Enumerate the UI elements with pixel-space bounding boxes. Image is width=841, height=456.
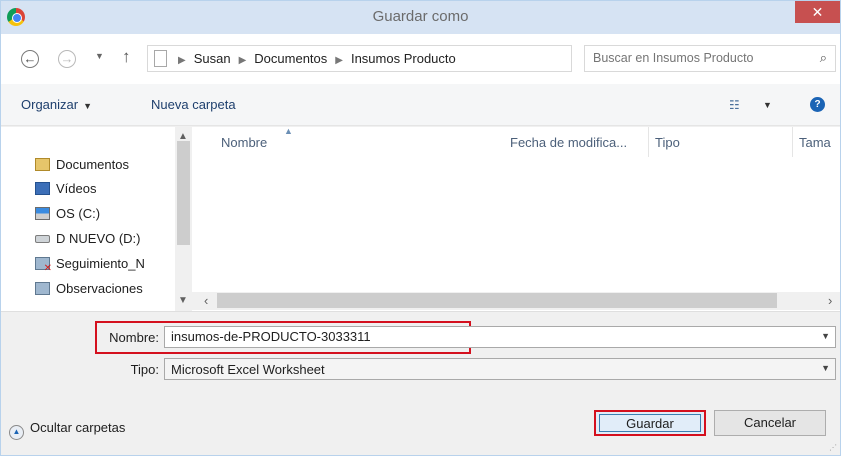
horizontal-scrollbar[interactable]: ‹ › <box>192 292 840 310</box>
hide-folders-label: Ocultar carpetas <box>30 420 126 435</box>
scrollbar-thumb[interactable] <box>217 293 777 308</box>
scroll-right-icon[interactable]: › <box>828 293 832 308</box>
recent-locations-dropdown[interactable]: ▼ <box>95 51 104 61</box>
search-box[interactable]: ⌕ <box>584 45 836 72</box>
chevron-down-icon[interactable]: ▼ <box>821 331 830 341</box>
chevron-up-icon: ▲ <box>9 425 24 440</box>
documents-folder-icon <box>35 158 50 171</box>
address-bar[interactable]: ▶Susan▶Documentos▶Insumos Producto v ↻ <box>147 45 684 72</box>
os-drive-icon <box>35 207 50 220</box>
nav-item-d-drive[interactable]: D NUEVO (D:) <box>35 231 141 253</box>
breadcrumb-item-documentos[interactable]: Documentos <box>254 51 327 66</box>
save-button[interactable]: Guardar <box>594 410 706 436</box>
breadcrumb-separator-icon: ▶ <box>178 55 186 66</box>
nav-item-label: OS (C:) <box>56 206 101 221</box>
disconnected-network-drive-icon <box>35 257 52 274</box>
dialog-title: Guardar como <box>372 8 469 25</box>
column-header-name[interactable]: Nombre <box>221 135 267 150</box>
forward-button[interactable]: → <box>58 50 76 68</box>
nav-item-videos[interactable]: Vídeos <box>35 181 96 203</box>
nav-item-observaciones[interactable]: Observaciones <box>35 281 143 303</box>
view-options-icon[interactable]: ☷ <box>729 98 740 112</box>
breadcrumb-separator-icon[interactable]: ▶ <box>239 55 247 66</box>
address-bar-row: ← → ▼ ↑ ▶ Susan ▶ Documentos ▶ Insumos Produc… <box>1 34 840 84</box>
nav-item-label: Documentos <box>56 157 129 172</box>
search-input[interactable] <box>593 51 793 65</box>
resize-grip-icon[interactable]: ⋰ <box>829 443 837 452</box>
up-folder-button[interactable]: ↑ <box>122 47 131 67</box>
breadcrumb-item-insumos-producto[interactable]: Insumos Producto <box>351 51 456 66</box>
file-type-label: Tipo: <box>130 362 159 377</box>
file-type-value: Microsoft Excel Worksheet <box>171 362 325 377</box>
network-drive-icon <box>35 282 50 295</box>
organize-button[interactable]: Organizar ▼ <box>21 97 92 112</box>
file-list-header: ▲ Nombre Fecha de modifica... Tipo Tama <box>192 126 840 157</box>
nav-item-label: Seguimiento_N <box>56 256 145 271</box>
nav-item-label: Vídeos <box>56 181 97 196</box>
nav-item-seguimiento[interactable]: Seguimiento_N <box>35 256 145 278</box>
new-folder-button[interactable]: Nueva carpeta <box>151 97 236 112</box>
column-header-size[interactable]: Tama <box>799 135 831 150</box>
videos-folder-icon <box>35 182 50 195</box>
title-bar: Guardar como ✕ <box>1 1 840 34</box>
file-name-input[interactable] <box>171 329 731 344</box>
file-name-field[interactable]: ▼ <box>164 326 836 348</box>
save-form: Nombre: ▼ Tipo: Microsoft Excel Workshee… <box>1 311 840 391</box>
focus-ring <box>599 414 701 432</box>
navigation-pane: Documentos Vídeos OS (C:) D NUEVO (D:) S… <box>1 127 175 311</box>
nav-item-documentos[interactable]: Documentos <box>35 157 129 179</box>
close-button[interactable]: ✕ <box>795 1 840 23</box>
breadcrumb-item-susan[interactable]: Susan <box>194 51 231 66</box>
file-name-label: Nombre: <box>109 330 159 345</box>
sort-ascending-icon: ▲ <box>284 126 293 136</box>
organize-label: Organizar <box>21 97 79 112</box>
hide-folders-button[interactable]: ▲ Ocultar carpetas <box>9 420 125 440</box>
chevron-down-icon: ▼ <box>83 101 92 111</box>
back-button[interactable]: ← <box>21 50 39 68</box>
column-header-date-modified[interactable]: Fecha de modifica... <box>510 135 627 150</box>
navigation-scrollbar[interactable]: ▲ ▼ <box>175 127 192 311</box>
search-icon[interactable]: ⌕ <box>820 50 827 66</box>
chevron-down-icon[interactable]: ▼ <box>821 363 830 373</box>
breadcrumb: ▶ Susan ▶ Documentos ▶ Insumos Producto <box>178 51 456 66</box>
column-divider[interactable] <box>648 127 649 157</box>
browser-pane: Documentos Vídeos OS (C:) D NUEVO (D:) S… <box>1 126 840 311</box>
folder-location-icon <box>154 50 167 67</box>
command-toolbar: Organizar ▼ Nueva carpeta ☷ ▼ ? <box>1 84 840 126</box>
scrollbar-thumb[interactable] <box>177 141 190 245</box>
scroll-down-icon[interactable]: ▼ <box>178 295 188 306</box>
drive-icon <box>35 235 50 243</box>
dialog-footer: ▲ Ocultar carpetas Guardar Cancelar ⋰ <box>1 391 840 455</box>
file-type-select[interactable]: Microsoft Excel Worksheet ▼ <box>164 358 836 380</box>
nav-item-os-drive[interactable]: OS (C:) <box>35 206 100 228</box>
view-dropdown-icon[interactable]: ▼ <box>763 100 772 110</box>
breadcrumb-separator-icon[interactable]: ▶ <box>335 55 343 66</box>
column-divider[interactable] <box>792 127 793 157</box>
nav-item-label: D NUEVO (D:) <box>56 231 141 246</box>
help-icon[interactable]: ? <box>810 97 825 112</box>
column-header-type[interactable]: Tipo <box>655 135 680 150</box>
cancel-button[interactable]: Cancelar <box>714 410 826 436</box>
scroll-left-icon[interactable]: ‹ <box>204 293 208 308</box>
save-as-dialog: Guardar como ✕ ← → ▼ ↑ ▶ Susan ▶ Documentos… <box>0 0 841 456</box>
nav-item-label: Observaciones <box>56 281 143 296</box>
